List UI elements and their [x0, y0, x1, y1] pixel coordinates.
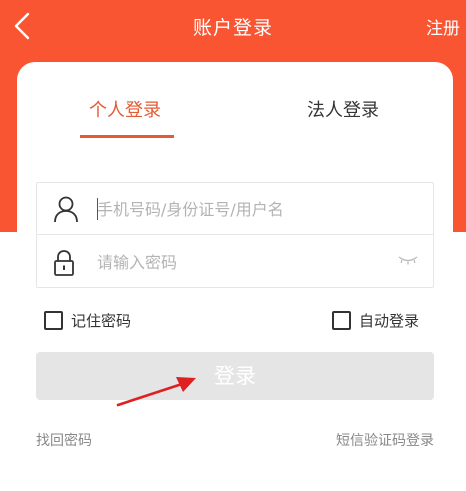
register-button[interactable]: 注册: [426, 14, 460, 39]
remember-password-label: 记住密码: [71, 312, 132, 330]
lock-icon: [54, 250, 74, 276]
tab-personal-login[interactable]: 个人登录: [89, 96, 161, 122]
remember-password-option[interactable]: 记住密码: [44, 310, 131, 331]
username-row: [37, 183, 433, 235]
password-row: [37, 236, 433, 288]
auto-login-label: 自动登录: [359, 312, 420, 330]
user-icon: [54, 196, 78, 223]
login-card: 个人登录 法人登录 记: [17, 62, 453, 491]
page-title: 账户登录: [192, 17, 273, 39]
sms-login-link[interactable]: 短信验证码登录: [336, 430, 434, 450]
login-button[interactable]: 登录: [36, 352, 434, 400]
top-bar: 账户登录 注册: [0, 0, 466, 56]
remember-password-checkbox[interactable]: [44, 311, 63, 330]
forgot-password-link[interactable]: 找回密码: [36, 430, 92, 450]
active-tab-indicator: [80, 135, 174, 138]
text-cursor: [97, 198, 98, 220]
login-input-group: [36, 182, 434, 288]
password-input[interactable]: [97, 248, 397, 276]
username-input[interactable]: [97, 195, 397, 223]
red-arrow-icon: [116, 377, 196, 407]
auto-login-option[interactable]: 自动登录: [332, 310, 419, 331]
tab-corporate-login[interactable]: 法人登录: [307, 96, 379, 122]
auto-login-checkbox[interactable]: [332, 311, 351, 330]
eye-closed-icon[interactable]: [397, 255, 419, 265]
